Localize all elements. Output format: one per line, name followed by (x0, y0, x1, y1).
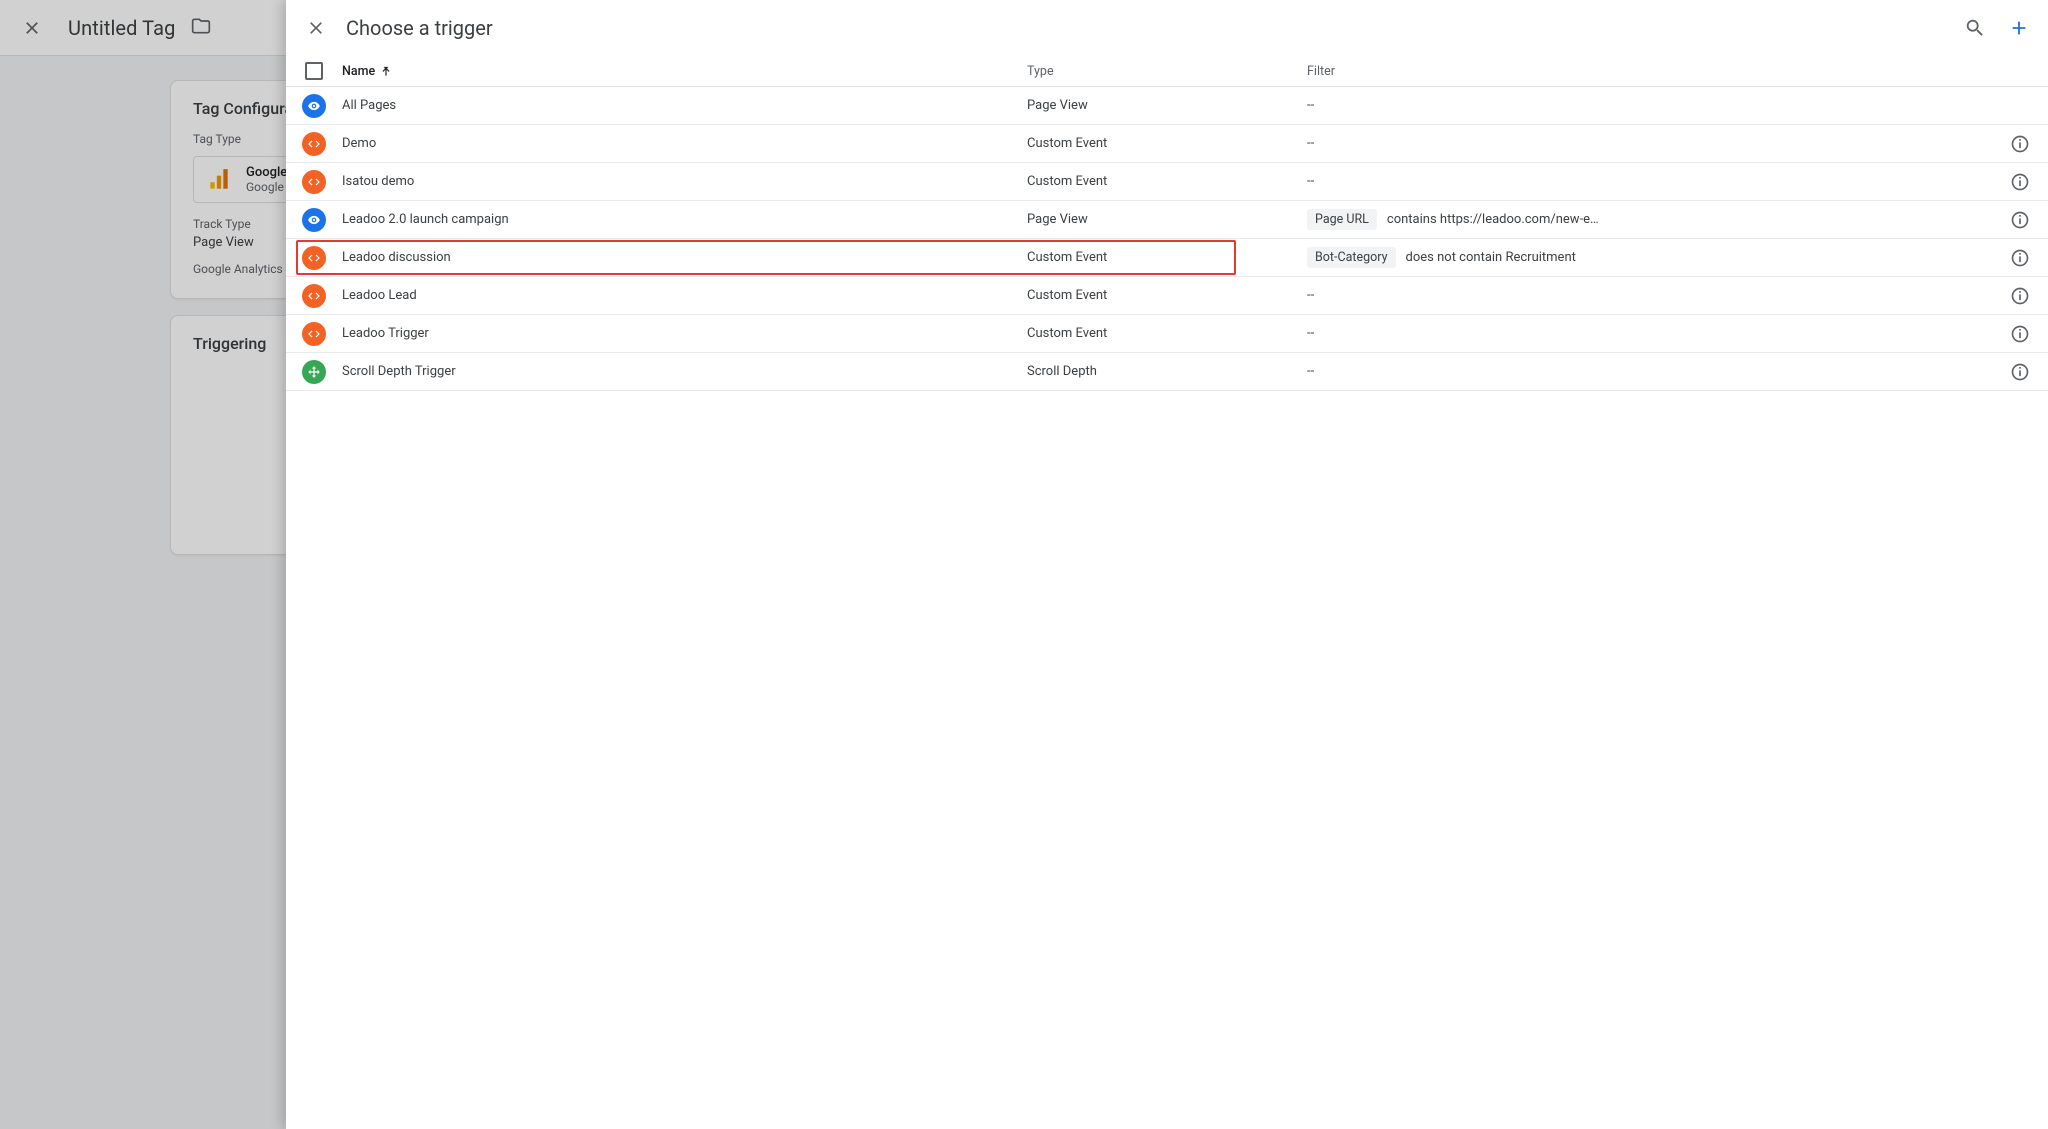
trigger-name: Scroll Depth Trigger (342, 364, 1027, 379)
info-icon[interactable] (2010, 172, 2030, 192)
trigger-name: Leadoo Lead (342, 288, 1027, 303)
choose-trigger-panel: Choose a trigger Name Type Filter All Pa… (286, 0, 2048, 1129)
tag-type-sub: Google (246, 180, 287, 194)
trigger-filter: Bot-Category does not contain Recruitment (1307, 247, 1992, 268)
code-icon (302, 284, 326, 308)
filter-text: -- (1307, 174, 1314, 189)
trigger-filter: -- (1307, 174, 1992, 189)
select-all-checkbox[interactable] (305, 62, 323, 80)
panel-close-button[interactable] (304, 16, 328, 40)
trigger-filter: -- (1307, 326, 1992, 341)
trigger-filter: Page URL contains https://leadoo.com/new-… (1307, 209, 1992, 230)
trigger-list: All PagesPage View--DemoCustom Event--Is… (286, 87, 2048, 1129)
trigger-row[interactable]: Leadoo LeadCustom Event-- (286, 277, 2048, 315)
filter-text: -- (1307, 98, 1314, 113)
filter-text: -- (1307, 326, 1314, 341)
trigger-type: Custom Event (1027, 136, 1307, 151)
trigger-filter: -- (1307, 288, 1992, 303)
trigger-type: Custom Event (1027, 288, 1307, 303)
trigger-type: Scroll Depth (1027, 364, 1307, 379)
trigger-filter: -- (1307, 136, 1992, 151)
trigger-row[interactable]: Scroll Depth TriggerScroll Depth-- (286, 353, 2048, 391)
add-trigger-button[interactable] (2008, 17, 2030, 39)
search-button[interactable] (1964, 17, 1986, 39)
sort-asc-icon (379, 64, 393, 78)
info-icon[interactable] (2010, 286, 2030, 306)
info-icon[interactable] (2010, 362, 2030, 382)
trigger-row[interactable]: DemoCustom Event-- (286, 125, 2048, 163)
trigger-type: Page View (1027, 98, 1307, 113)
trigger-filter: -- (1307, 98, 1992, 113)
code-icon (302, 322, 326, 346)
code-icon (302, 132, 326, 156)
panel-topbar: Choose a trigger (286, 0, 2048, 56)
trigger-type: Custom Event (1027, 326, 1307, 341)
filter-text: -- (1307, 288, 1314, 303)
trigger-name: All Pages (342, 98, 1027, 113)
tag-type-name: Google (246, 165, 287, 180)
filter-text: does not contain Recruitment (1406, 250, 1576, 265)
trigger-table-header: Name Type Filter (286, 56, 2048, 87)
column-type[interactable]: Type (1027, 64, 1307, 79)
info-icon[interactable] (2010, 248, 2030, 268)
column-name[interactable]: Name (342, 64, 1027, 79)
trigger-name: Isatou demo (342, 174, 1027, 189)
filter-text: -- (1307, 136, 1314, 151)
trigger-row[interactable]: Leadoo TriggerCustom Event-- (286, 315, 2048, 353)
tag-editor-close-button[interactable] (20, 16, 44, 40)
trigger-filter: -- (1307, 364, 1992, 379)
trigger-name: Leadoo 2.0 launch campaign (342, 212, 1027, 227)
eye-icon (302, 94, 326, 118)
code-icon (302, 170, 326, 194)
trigger-row[interactable]: Leadoo discussionCustom EventBot-Categor… (286, 239, 2048, 277)
trigger-row[interactable]: Leadoo 2.0 launch campaignPage ViewPage … (286, 201, 2048, 239)
filter-text: contains https://leadoo.com/new-e… (1387, 212, 1599, 227)
trigger-row[interactable]: All PagesPage View-- (286, 87, 2048, 125)
analytics-icon (206, 167, 232, 193)
info-icon[interactable] (2010, 134, 2030, 154)
scroll-icon (302, 360, 326, 384)
trigger-name: Leadoo Trigger (342, 326, 1027, 341)
filter-text: -- (1307, 364, 1314, 379)
eye-icon (302, 208, 326, 232)
tag-title[interactable]: Untitled Tag (68, 16, 175, 40)
info-icon[interactable] (2010, 210, 2030, 230)
trigger-type: Custom Event (1027, 250, 1307, 265)
trigger-type: Page View (1027, 212, 1307, 227)
panel-title: Choose a trigger (346, 16, 1964, 40)
code-icon (302, 246, 326, 270)
trigger-type: Custom Event (1027, 174, 1307, 189)
trigger-row[interactable]: Isatou demoCustom Event-- (286, 163, 2048, 201)
trigger-name: Demo (342, 136, 1027, 151)
filter-chip: Bot-Category (1307, 247, 1396, 268)
info-icon[interactable] (2010, 324, 2030, 344)
trigger-name: Leadoo discussion (342, 250, 1027, 265)
filter-chip: Page URL (1307, 209, 1377, 230)
column-filter[interactable]: Filter (1307, 64, 1992, 79)
folder-icon[interactable] (191, 16, 211, 40)
